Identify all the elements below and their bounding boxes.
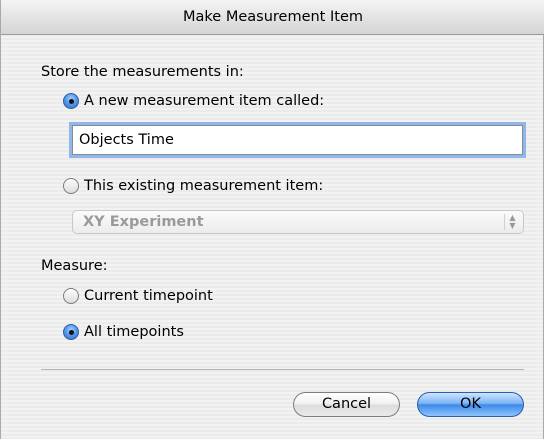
radio-current-timepoint-label: Current timepoint <box>84 288 213 304</box>
measurement-name-input[interactable]: Objects Time <box>72 125 523 155</box>
window-title: Make Measurement Item <box>1 0 544 35</box>
radio-existing-item-label: This existing measurement item: <box>84 178 324 194</box>
existing-item-popup[interactable]: XY Experiment ▲ ▼ <box>72 210 524 234</box>
radio-all-timepoints-label: All timepoints <box>84 324 184 340</box>
divider <box>41 369 524 370</box>
radio-new-item-label: A new measurement item called: <box>84 93 325 109</box>
ok-button[interactable]: OK <box>417 392 524 417</box>
radio-unselected-icon <box>63 288 79 304</box>
radio-new-item[interactable]: A new measurement item called: <box>63 93 324 109</box>
popup-stepper-icon: ▲ ▼ <box>504 214 518 230</box>
dialog-window: Make Measurement Item Store the measurem… <box>0 0 544 439</box>
radio-all-timepoints[interactable]: All timepoints <box>63 324 184 340</box>
measure-heading: Measure: <box>41 258 108 274</box>
store-heading: Store the measurements in: <box>41 64 244 80</box>
existing-item-popup-value: XY Experiment <box>83 214 204 230</box>
radio-existing-item[interactable]: This existing measurement item: <box>63 178 323 194</box>
radio-unselected-icon <box>63 178 79 194</box>
cancel-button[interactable]: Cancel <box>293 392 400 417</box>
radio-current-timepoint[interactable]: Current timepoint <box>63 288 213 304</box>
radio-selected-icon <box>63 93 79 109</box>
radio-selected-icon <box>63 324 79 340</box>
